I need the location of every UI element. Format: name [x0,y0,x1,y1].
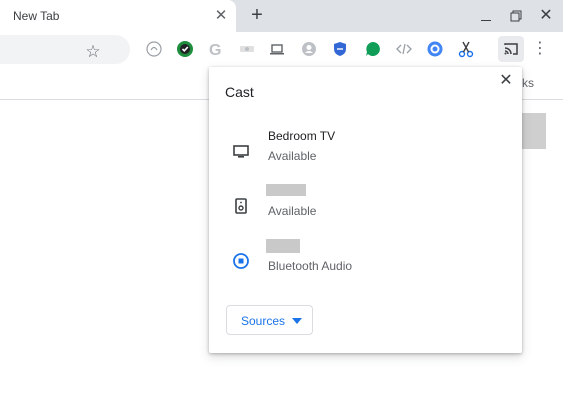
scissors-icon[interactable] [457,40,475,58]
bluetooth-audio-icon [229,249,253,273]
sources-dropdown-button[interactable]: Sources [226,305,313,335]
cast-button[interactable] [498,36,524,62]
target-icon[interactable] [426,40,444,58]
tab-strip: New Tab ✕ + ✕ [0,0,563,32]
rec-icon[interactable] [238,40,256,58]
tab-close-icon[interactable]: ✕ [212,7,230,25]
sink-item-speaker[interactable]: Available [209,182,522,230]
sink-status: Bluetooth Audio [268,259,353,273]
sink-status: Available [268,149,317,163]
svg-text:G: G [209,42,221,58]
bookmark-star-icon[interactable]: ☆ [84,43,102,61]
minimize-button[interactable] [476,6,496,26]
check-circle-icon[interactable] [176,40,194,58]
sink-name-redacted [266,239,300,253]
page-content-block [521,113,546,149]
shield-icon[interactable] [331,40,349,58]
cast-icon [504,43,518,55]
google-icon[interactable]: G [207,40,225,58]
sink-item-bedroom-tv[interactable]: Bedroom TV Available [209,127,522,175]
restore-icon [510,10,522,22]
sink-name-redacted [266,184,306,196]
address-bar[interactable]: ☆ [0,35,130,64]
cast-dialog: Cast ✕ Bedroom TV Available Available Bl… [209,67,522,353]
code-icon[interactable] [395,40,413,58]
cast-dialog-title: Cast [225,84,254,100]
new-tab-button[interactable]: + [246,4,268,26]
sink-item-bluetooth-audio[interactable]: Bluetooth Audio [209,237,522,285]
tab-new-tab[interactable]: New Tab ✕ [0,0,236,32]
chat-icon[interactable] [364,40,382,58]
cast-close-icon[interactable]: ✕ [498,73,514,89]
tv-icon [229,139,253,163]
speaker-icon [229,194,253,218]
sources-label: Sources [241,314,286,328]
restore-button[interactable] [506,6,526,26]
cloud-icon[interactable] [145,40,163,58]
account-icon[interactable] [300,40,318,58]
sink-name: Bedroom TV [268,129,336,143]
caret-down-icon [292,318,302,324]
toolbar: ☆ G ⋮ [0,32,563,68]
tab-title: New Tab [13,9,60,23]
window-close-button[interactable]: ✕ [536,6,556,26]
laptop-icon[interactable] [268,40,286,58]
more-menu-icon[interactable]: ⋮ [532,39,548,59]
sink-status: Available [268,204,317,218]
